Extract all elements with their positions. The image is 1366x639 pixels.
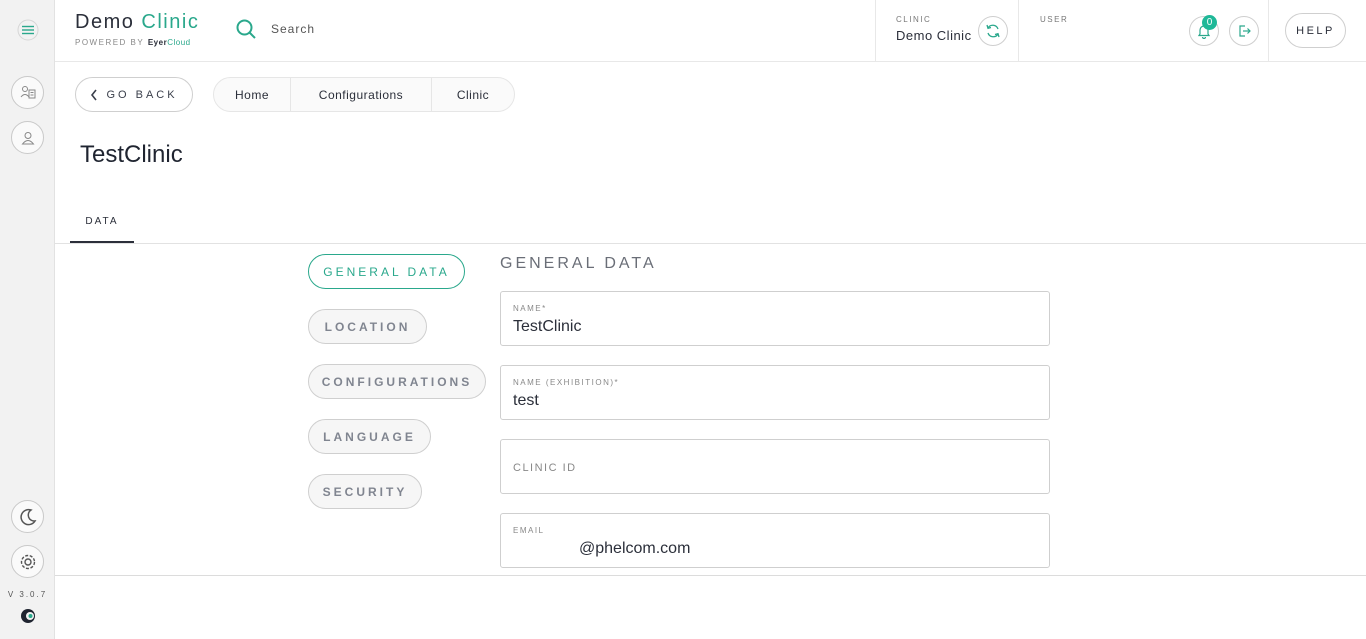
name-label: NAME* xyxy=(513,304,547,313)
logout-icon xyxy=(1239,25,1251,37)
clinic-id-label: CLINIC ID xyxy=(513,462,577,474)
brand-clinic: Clinic xyxy=(141,11,200,33)
exhibition-name-input[interactable] xyxy=(513,392,1033,410)
footer-divider xyxy=(55,575,1366,576)
clinic-id-field[interactable]: CLINIC ID xyxy=(500,439,1050,494)
clinic-name: Demo Clinic xyxy=(896,28,972,43)
left-rail: V 3.0.7 xyxy=(0,0,55,639)
dark-mode-button[interactable] xyxy=(11,500,44,533)
search-bar xyxy=(235,18,471,40)
chevron-left-icon xyxy=(91,89,98,100)
header-divider xyxy=(1018,0,1019,62)
exhibition-name-field[interactable]: NAME (EXHIBITION)* xyxy=(500,365,1050,420)
email-field[interactable]: EMAIL xyxy=(500,513,1050,568)
email-input[interactable] xyxy=(579,540,1039,558)
notification-count-badge: 0 xyxy=(1202,15,1217,30)
clinic-caption: CLINIC xyxy=(896,15,932,24)
name-field[interactable]: NAME* xyxy=(500,291,1050,346)
breadcrumb-clinic[interactable]: Clinic xyxy=(432,78,514,111)
tab-divider xyxy=(55,243,1366,244)
exhibition-name-label: NAME (EXHIBITION)* xyxy=(513,378,620,387)
refresh-icon xyxy=(986,24,1000,38)
breadcrumb-home[interactable]: Home xyxy=(214,78,291,111)
name-input[interactable] xyxy=(513,318,1033,336)
top-header: Demo Clinic POWERED BY EyerCloud CLINIC … xyxy=(55,0,1366,62)
brand-eyer: Eyer xyxy=(147,38,168,47)
header-divider xyxy=(1268,0,1269,62)
brand-cloud: Cloud xyxy=(167,38,191,47)
section-heading: GENERAL DATA xyxy=(500,255,657,272)
user-caption: USER xyxy=(1040,15,1069,24)
user-icon xyxy=(20,131,35,144)
switch-clinic-button[interactable] xyxy=(978,16,1008,46)
user-info: USER xyxy=(1040,15,1068,24)
breadcrumb: Home Configurations Clinic xyxy=(213,77,515,112)
patients-list-button[interactable] xyxy=(11,76,44,109)
moon-icon xyxy=(19,508,36,525)
email-label: EMAIL xyxy=(513,526,545,535)
section-security-button[interactable]: SECURITY xyxy=(308,474,422,509)
patient-list-icon xyxy=(20,85,35,98)
section-language-button[interactable]: LANGUAGE xyxy=(308,419,431,454)
go-back-button[interactable]: GO BACK xyxy=(75,77,193,112)
section-location-button[interactable]: LOCATION xyxy=(308,309,427,344)
eyercloud-logo-icon xyxy=(20,608,36,624)
section-general-data-button[interactable]: GENERAL DATA xyxy=(308,254,465,289)
header-divider xyxy=(875,0,876,62)
help-button[interactable]: HELP xyxy=(1285,13,1346,48)
brand-logo[interactable]: Demo Clinic POWERED BY EyerCloud xyxy=(75,11,199,47)
search-input[interactable] xyxy=(271,22,471,36)
menu-icon[interactable] xyxy=(17,19,39,41)
tab-data[interactable]: DATA xyxy=(70,202,134,243)
clinic-selector[interactable]: CLINIC Demo Clinic xyxy=(896,15,972,43)
logout-button[interactable] xyxy=(1229,16,1259,46)
user-button[interactable] xyxy=(11,121,44,154)
powered-by: POWERED BY xyxy=(75,38,145,47)
settings-button[interactable] xyxy=(11,545,44,578)
section-configurations-button[interactable]: CONFIGURATIONS xyxy=(308,364,486,399)
gear-icon xyxy=(20,554,35,569)
search-icon[interactable] xyxy=(235,18,257,40)
breadcrumb-configurations[interactable]: Configurations xyxy=(291,78,432,111)
go-back-label: GO BACK xyxy=(106,88,178,101)
app-version: V 3.0.7 xyxy=(7,590,48,599)
brand-demo: Demo xyxy=(75,11,135,33)
page-title: TestClinic xyxy=(80,141,183,168)
